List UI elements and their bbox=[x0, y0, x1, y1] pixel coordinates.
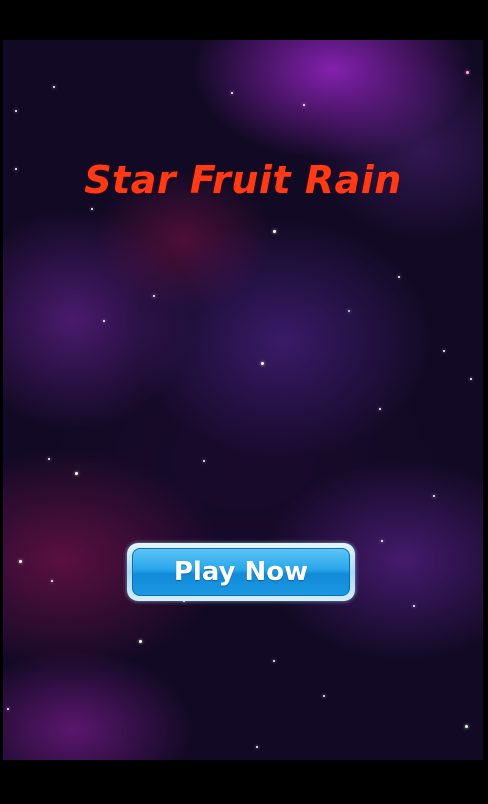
star-icon bbox=[348, 310, 350, 312]
star-icon bbox=[256, 746, 258, 748]
star-icon bbox=[273, 230, 276, 233]
star-icon bbox=[466, 71, 469, 74]
star-icon bbox=[303, 104, 305, 106]
star-icon bbox=[203, 460, 205, 462]
star-icon bbox=[465, 725, 468, 728]
play-button-face[interactable]: Play Now bbox=[132, 548, 350, 596]
play-button-label: Play Now bbox=[173, 557, 309, 587]
star-icon bbox=[103, 320, 105, 322]
star-icon bbox=[413, 605, 415, 607]
star-icon bbox=[323, 695, 325, 697]
star-icon bbox=[75, 472, 78, 475]
star-icon bbox=[381, 540, 383, 542]
star-icon bbox=[273, 660, 275, 662]
play-now-button[interactable]: Play Now bbox=[127, 543, 355, 601]
game-canvas[interactable]: Star Fruit Rain Play Now bbox=[3, 40, 483, 760]
star-icon bbox=[139, 640, 142, 643]
star-icon bbox=[7, 708, 9, 710]
star-icon bbox=[398, 276, 400, 278]
star-icon bbox=[153, 295, 155, 297]
app-frame: Star Fruit Rain Play Now bbox=[0, 0, 488, 804]
star-icon bbox=[261, 362, 264, 365]
game-title: Star Fruit Rain bbox=[84, 158, 402, 202]
star-icon bbox=[91, 208, 93, 210]
star-icon bbox=[19, 560, 22, 563]
star-icon bbox=[379, 408, 381, 410]
star-icon bbox=[433, 495, 435, 497]
star-icon bbox=[53, 86, 55, 88]
star-icon bbox=[48, 458, 50, 460]
star-icon bbox=[470, 378, 472, 380]
star-icon bbox=[51, 580, 53, 582]
star-icon bbox=[15, 110, 17, 112]
star-icon bbox=[443, 350, 445, 352]
star-icon bbox=[231, 92, 233, 94]
